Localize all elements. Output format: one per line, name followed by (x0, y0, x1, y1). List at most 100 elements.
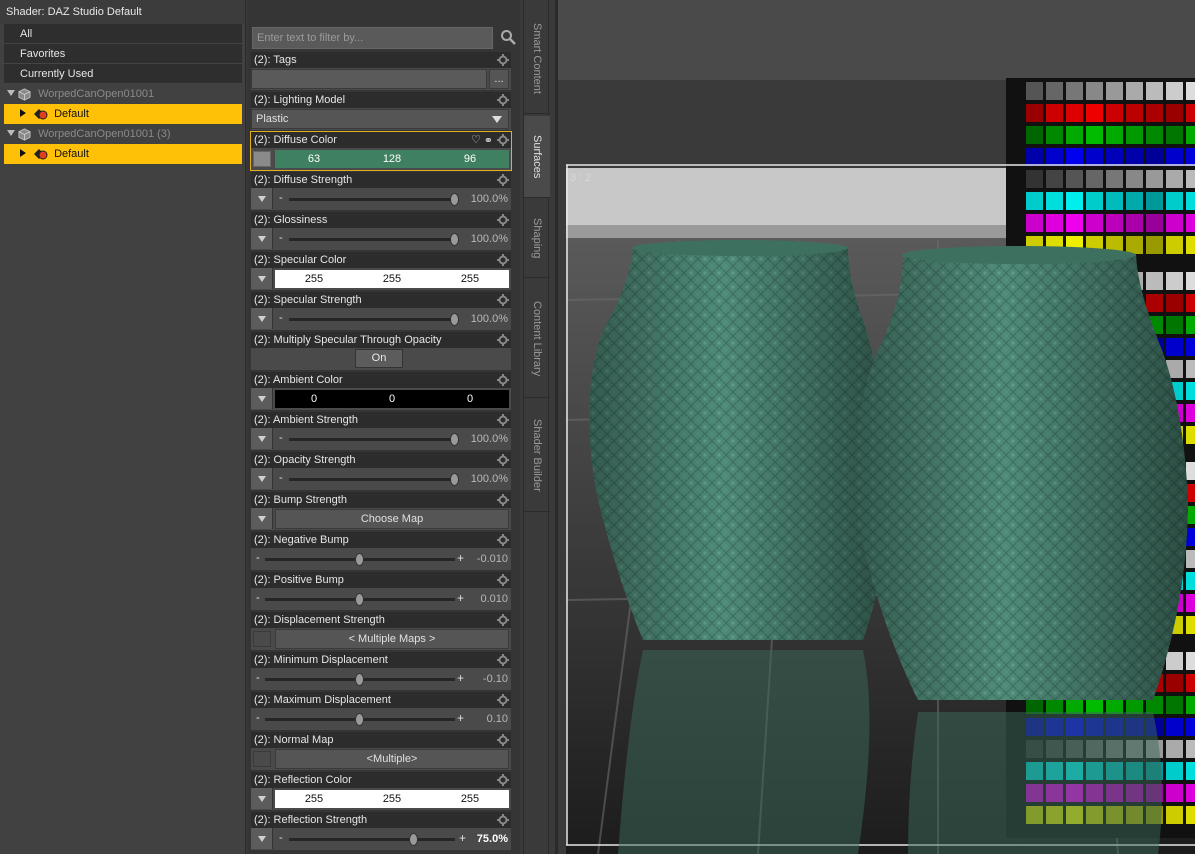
tab-surfaces[interactable]: Surfaces (524, 116, 550, 198)
favorite-heart-icon[interactable]: ♡ (471, 132, 481, 148)
search-icon[interactable] (500, 29, 516, 45)
red-value[interactable]: 255 (275, 790, 353, 808)
slider-knob[interactable] (450, 313, 459, 326)
minus-icon[interactable]: - (279, 472, 283, 484)
map-select-button[interactable]: <Multiple> (275, 749, 509, 769)
slider-knob[interactable] (450, 433, 459, 446)
gear-icon[interactable] (497, 254, 509, 266)
specular-color-field[interactable]: 255 255 255 (275, 270, 509, 288)
green-value[interactable]: 128 (353, 150, 431, 168)
slider-track[interactable] (289, 473, 459, 486)
gear-icon[interactable] (497, 654, 509, 666)
slider-value[interactable]: 75.0% (477, 833, 508, 845)
tags-field[interactable] (251, 69, 487, 89)
choose-map-button[interactable]: Choose Map (275, 509, 509, 529)
map-menu-button[interactable] (251, 268, 273, 289)
blue-value[interactable]: 96 (431, 150, 509, 168)
lighting-model-select[interactable]: Plastic (251, 109, 509, 129)
tree-node-object-2[interactable]: WorpedCanOpen01001 (3) (4, 124, 242, 144)
tab-content-library[interactable]: Content Library (524, 280, 550, 398)
slider-knob[interactable] (450, 193, 459, 206)
green-value[interactable]: 0 (353, 390, 431, 408)
toggle-button[interactable]: On (355, 349, 403, 368)
blue-value[interactable]: 255 (431, 270, 509, 288)
map-menu-button[interactable] (251, 508, 273, 529)
slider-value[interactable]: 100.0% (471, 233, 508, 245)
slider-knob[interactable] (355, 593, 364, 606)
slider-value[interactable]: 0.10 (487, 713, 508, 725)
slider-value[interactable]: -0.010 (477, 553, 508, 565)
gear-icon[interactable] (497, 334, 509, 346)
plus-icon[interactable]: + (457, 671, 464, 685)
gear-icon[interactable] (497, 734, 509, 746)
gear-icon[interactable] (497, 294, 509, 306)
gear-icon[interactable] (497, 174, 509, 186)
minus-icon[interactable]: - (279, 192, 283, 204)
diffuse-color-field[interactable]: 63 128 96 (275, 150, 509, 168)
slider-value[interactable]: 100.0% (471, 473, 508, 485)
slider-track[interactable] (265, 713, 455, 726)
slider-knob[interactable] (355, 553, 364, 566)
gear-icon[interactable] (497, 94, 509, 106)
expand-arrow-icon[interactable] (7, 90, 15, 96)
ambient-color-field[interactable]: 0 0 0 (275, 390, 509, 408)
green-value[interactable]: 255 (353, 270, 431, 288)
gear-icon[interactable] (497, 134, 509, 146)
link-icon[interactable]: ⚭ (484, 133, 493, 149)
minus-icon[interactable]: - (256, 712, 260, 724)
gear-icon[interactable] (497, 374, 509, 386)
expand-arrow-icon[interactable] (20, 109, 26, 117)
minus-icon[interactable]: - (279, 832, 283, 844)
gear-icon[interactable] (497, 814, 509, 826)
slider-knob[interactable] (450, 233, 459, 246)
green-value[interactable]: 255 (353, 790, 431, 808)
minus-icon[interactable]: - (256, 592, 260, 604)
map-menu-button[interactable] (251, 828, 273, 849)
slider-knob[interactable] (355, 673, 364, 686)
slider-value[interactable]: 100.0% (471, 313, 508, 325)
map-select-button[interactable]: < Multiple Maps > (275, 629, 509, 649)
map-swatch[interactable] (253, 631, 271, 647)
tree-node-object-1[interactable]: WorpedCanOpen01001 (4, 84, 242, 104)
minus-icon[interactable]: - (279, 312, 283, 324)
red-value[interactable]: 0 (275, 390, 353, 408)
slider-track[interactable] (265, 553, 455, 566)
tab-smart-content[interactable]: Smart Content (524, 4, 550, 114)
slider-track[interactable] (265, 673, 455, 686)
map-menu-button[interactable] (251, 228, 273, 249)
gear-icon[interactable] (497, 494, 509, 506)
tree-node-material-2[interactable]: Default (4, 144, 242, 164)
map-menu-button[interactable] (251, 788, 273, 809)
render-viewport[interactable]: 3 : 2 (555, 0, 1195, 854)
gear-icon[interactable] (497, 774, 509, 786)
slider-value[interactable]: 0.010 (480, 593, 508, 605)
map-menu-button[interactable] (251, 308, 273, 329)
expand-arrow-icon[interactable] (7, 130, 15, 136)
slider-track[interactable] (289, 193, 459, 206)
tree-node-material-1[interactable]: Default (4, 104, 242, 124)
plus-icon[interactable]: + (459, 831, 466, 845)
category-currently-used[interactable]: Currently Used (4, 64, 242, 84)
slider-knob[interactable] (450, 473, 459, 486)
slider-knob[interactable] (409, 833, 418, 846)
map-menu-button[interactable] (251, 388, 273, 409)
slider-value[interactable]: 100.0% (471, 193, 508, 205)
slider-track[interactable] (289, 233, 459, 246)
slider-value[interactable]: -0.10 (483, 673, 508, 685)
gear-icon[interactable] (497, 214, 509, 226)
map-menu-button[interactable] (251, 428, 273, 449)
gear-icon[interactable] (497, 414, 509, 426)
gear-icon[interactable] (497, 574, 509, 586)
tab-shaping[interactable]: Shaping (524, 200, 550, 278)
tags-browse-button[interactable]: ... (489, 69, 509, 89)
category-favorites[interactable]: Favorites (4, 44, 242, 64)
red-value[interactable]: 255 (275, 270, 353, 288)
tab-shader-builder[interactable]: Shader Builder (524, 400, 550, 512)
slider-track[interactable] (265, 593, 455, 606)
gear-icon[interactable] (497, 534, 509, 546)
slider-track[interactable] (289, 313, 459, 326)
filter-input[interactable] (252, 27, 493, 49)
gear-icon[interactable] (497, 614, 509, 626)
red-value[interactable]: 63 (275, 150, 353, 168)
map-menu-button[interactable] (251, 188, 273, 209)
